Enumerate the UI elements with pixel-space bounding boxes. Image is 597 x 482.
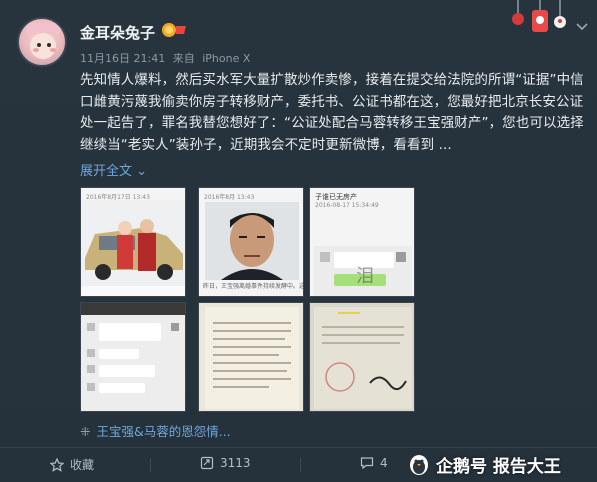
source-prefix: 来自 [172,52,195,65]
post-meta: 11月16日 21:41 来自 iPhone X [80,50,254,66]
device-name[interactable]: iPhone X [202,52,250,65]
post-date[interactable]: 11月16日 21:41 [80,52,165,65]
weibo-post-card: 金耳朵兔子 11月16日 21:41 来自 iPhone X 先知情人爆料，然后… [0,0,597,482]
image-grid: 2016年8月17日 13:43 2016年8月 13:43 昨日，王宝强离婚事… [80,187,415,415]
penguin-icon [410,455,428,475]
chat-screenshot-icon [81,303,185,393]
favorite-label: 收藏 [70,458,95,472]
comment-button[interactable]: 4 [360,456,388,470]
image-thumbnail-3[interactable]: 子谁已无房产 2016-08-17 15:34:49 泪 [309,187,415,297]
star-icon [50,457,64,472]
favorite-button[interactable]: 收藏 [50,456,94,473]
watermark-text: 企鹅号 报告大王 [436,456,561,477]
image-thumbnail-1[interactable]: 2016年8月17日 13:43 [80,187,186,297]
repost-icon [200,456,214,470]
chevron-down-icon: ⌄ [136,164,148,179]
repost-button[interactable]: 3113 [200,456,251,470]
document-photo-icon [205,307,299,409]
image-thumbnail-2[interactable]: 2016年8月 13:43 昨日，王宝强离婚事件持续发酵中。这两 [198,187,304,297]
vip-badge-icon[interactable] [160,22,188,38]
topic-icon: ⁜ [80,424,91,439]
topic-label: 王宝强&马蓉的恩怨情... [96,424,231,439]
festive-decoration [510,0,570,46]
image-thumbnail-5[interactable] [198,302,304,412]
svg-text:泪: 泪 [356,266,374,287]
car-photo-icon [81,200,185,296]
chat-screenshot-icon: 泪 [314,246,412,296]
image-thumbnail-6[interactable] [309,302,415,412]
avatar[interactable] [17,17,67,67]
repost-count: 3113 [220,456,251,470]
expand-label: 展开全文 [80,164,133,179]
separator [150,458,151,472]
expand-full-text-link[interactable]: 展开全文 ⌄ [80,160,147,179]
separator [300,458,301,472]
document-photo-icon [314,307,412,409]
chevron-down-icon[interactable] [575,22,589,32]
username[interactable]: 金耳朵兔子 [80,22,155,43]
comment-icon [360,457,374,470]
watermark: 企鹅号 报告大王 [408,450,561,478]
post-text: 先知情人爆料，然后买水军大量扩散炒作卖惨，接着在提交给法院的所谓“证据”中信口雌… [80,72,584,153]
image-thumbnail-4[interactable] [80,302,186,412]
topic-link[interactable]: ⁜ 王宝强&马蓉的恩怨情... [80,421,231,440]
comment-count: 4 [380,456,388,470]
